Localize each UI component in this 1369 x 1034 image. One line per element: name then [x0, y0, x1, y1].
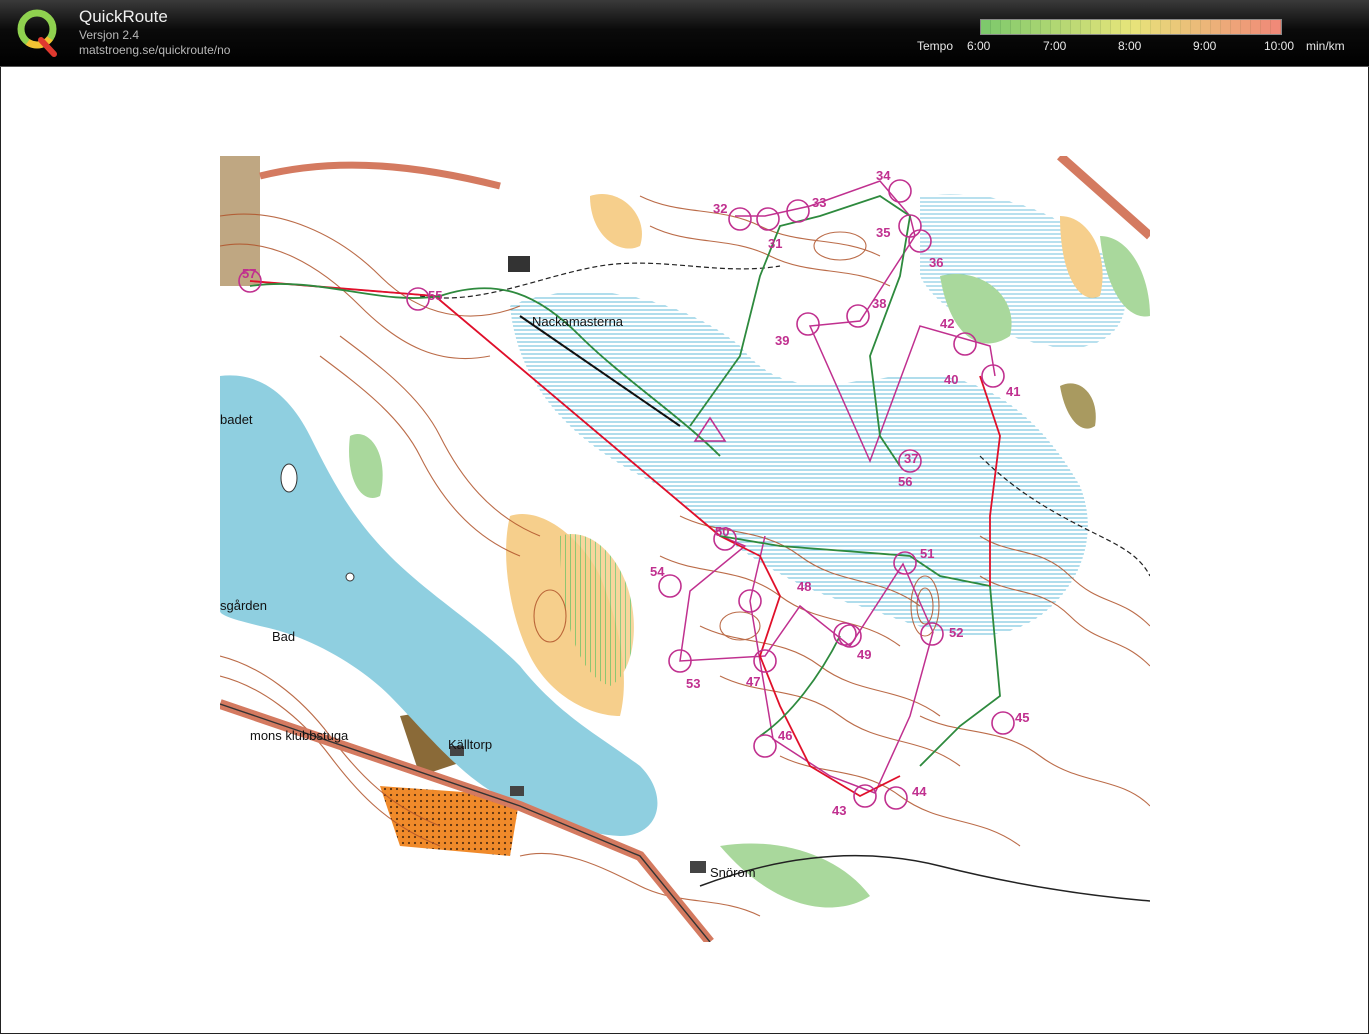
app-url: matstroeng.se/quickroute/no: [79, 43, 231, 57]
tempo-scale-cell: [1071, 20, 1081, 34]
tiny-island: [345, 572, 355, 582]
tempo-scale-cell: [1101, 20, 1111, 34]
tempo-scale-cell: [1241, 20, 1251, 34]
small-island: [280, 463, 298, 493]
building-kalltorp-2: [510, 786, 524, 796]
label-snorom: Snörom: [710, 865, 756, 880]
tempo-scale-cell: [1261, 20, 1271, 34]
tempo-scale-cell: [1051, 20, 1061, 34]
tempo-scale-cell: [1131, 20, 1141, 34]
building-snorom: [690, 861, 706, 873]
control-40: 40: [944, 372, 958, 387]
control-38: 38: [872, 296, 886, 311]
control-39: 39: [775, 333, 789, 348]
tempo-scale-cell: [981, 20, 991, 34]
control-48: 48: [797, 579, 811, 594]
tempo-color-scale: [980, 19, 1282, 35]
control-46: 46: [778, 728, 792, 743]
tempo-scale-cell: [1041, 20, 1051, 34]
control-49: 49: [857, 647, 871, 662]
tempo-scale-cell: [1171, 20, 1181, 34]
control-36: 36: [929, 255, 943, 270]
app-title: QuickRoute: [79, 7, 168, 26]
control-35: 35: [876, 225, 890, 240]
control-50: 50: [715, 524, 729, 539]
tempo-scale-cell: [1251, 20, 1261, 34]
tempo-scale-cell: [1001, 20, 1011, 34]
label-kalltorp: Källtorp: [448, 737, 492, 752]
control-45: 45: [1015, 710, 1029, 725]
control-54: 54: [650, 564, 665, 579]
control-31: 31: [768, 236, 782, 251]
tempo-scale-cell: [1151, 20, 1161, 34]
tempo-tick-1: 6:00: [967, 39, 991, 53]
tempo-scale-cell: [1231, 20, 1241, 34]
tempo-tick-2: 7:00: [1043, 39, 1067, 53]
tempo-scale-cell: [1191, 20, 1201, 34]
tempo-scale-cell: [1121, 20, 1131, 34]
tempo-scale-cell: [1181, 20, 1191, 34]
tempo-label: Tempo: [917, 39, 954, 53]
control-42: 42: [940, 316, 954, 331]
tempo-scale-cell: [1141, 20, 1151, 34]
control-55: 55: [428, 288, 442, 303]
quickroute-logo-icon: [17, 9, 57, 57]
control-57: 57: [242, 266, 256, 281]
control-52: 52: [949, 625, 963, 640]
control-41: 41: [1006, 384, 1020, 399]
label-nackamasterna: Nackamasterna: [532, 314, 624, 329]
control-44: 44: [912, 784, 927, 799]
control-33: 33: [812, 195, 826, 210]
tempo-scale-cell: [1201, 20, 1211, 34]
tempo-scale-cell: [1211, 20, 1221, 34]
tempo-scale-cell: [1271, 20, 1281, 34]
control-56: 56: [898, 474, 912, 489]
tempo-scale-cell: [991, 20, 1001, 34]
control-32: 32: [713, 201, 727, 216]
tempo-scale-cell: [1091, 20, 1101, 34]
label-bad: Bad: [272, 629, 295, 644]
control-37: 37: [904, 451, 918, 466]
tempo-scale-cell: [1061, 20, 1071, 34]
control-43: 43: [832, 803, 846, 818]
control-34: 34: [876, 168, 891, 183]
tempo-scale-cell: [1021, 20, 1031, 34]
tempo-scale-cell: [1081, 20, 1091, 34]
label-badet: badet: [220, 412, 253, 427]
tempo-scale-cell: [1111, 20, 1121, 34]
tempo-scale-cell: [1221, 20, 1231, 34]
control-47: 47: [746, 674, 760, 689]
tempo-scale-cell: [1031, 20, 1041, 34]
orienteering-map[interactable]: 55 57 32 31 33 34 35 36 38 39 42 40 41 3…: [220, 156, 1150, 942]
tempo-tick-3: 8:00: [1118, 39, 1142, 53]
app-header: QuickRoute Versjon 2.4 matstroeng.se/qui…: [0, 0, 1369, 67]
control-51: 51: [920, 546, 934, 561]
tempo-tick-5: 10:00: [1264, 39, 1295, 53]
tempo-unit: min/km: [1306, 39, 1345, 53]
tempo-scale-cell: [1161, 20, 1171, 34]
label-klubbstuga: mons klubbstuga: [250, 728, 349, 743]
app-version: Versjon 2.4: [79, 28, 140, 42]
building-nackamasterna: [508, 256, 530, 272]
tempo-scale-cell: [1011, 20, 1021, 34]
label-asgarden: sgården: [220, 598, 267, 613]
control-53: 53: [686, 676, 700, 691]
tempo-tick-4: 9:00: [1193, 39, 1217, 53]
map-canvas[interactable]: 55 57 32 31 33 34 35 36 38 39 42 40 41 3…: [220, 156, 1150, 942]
